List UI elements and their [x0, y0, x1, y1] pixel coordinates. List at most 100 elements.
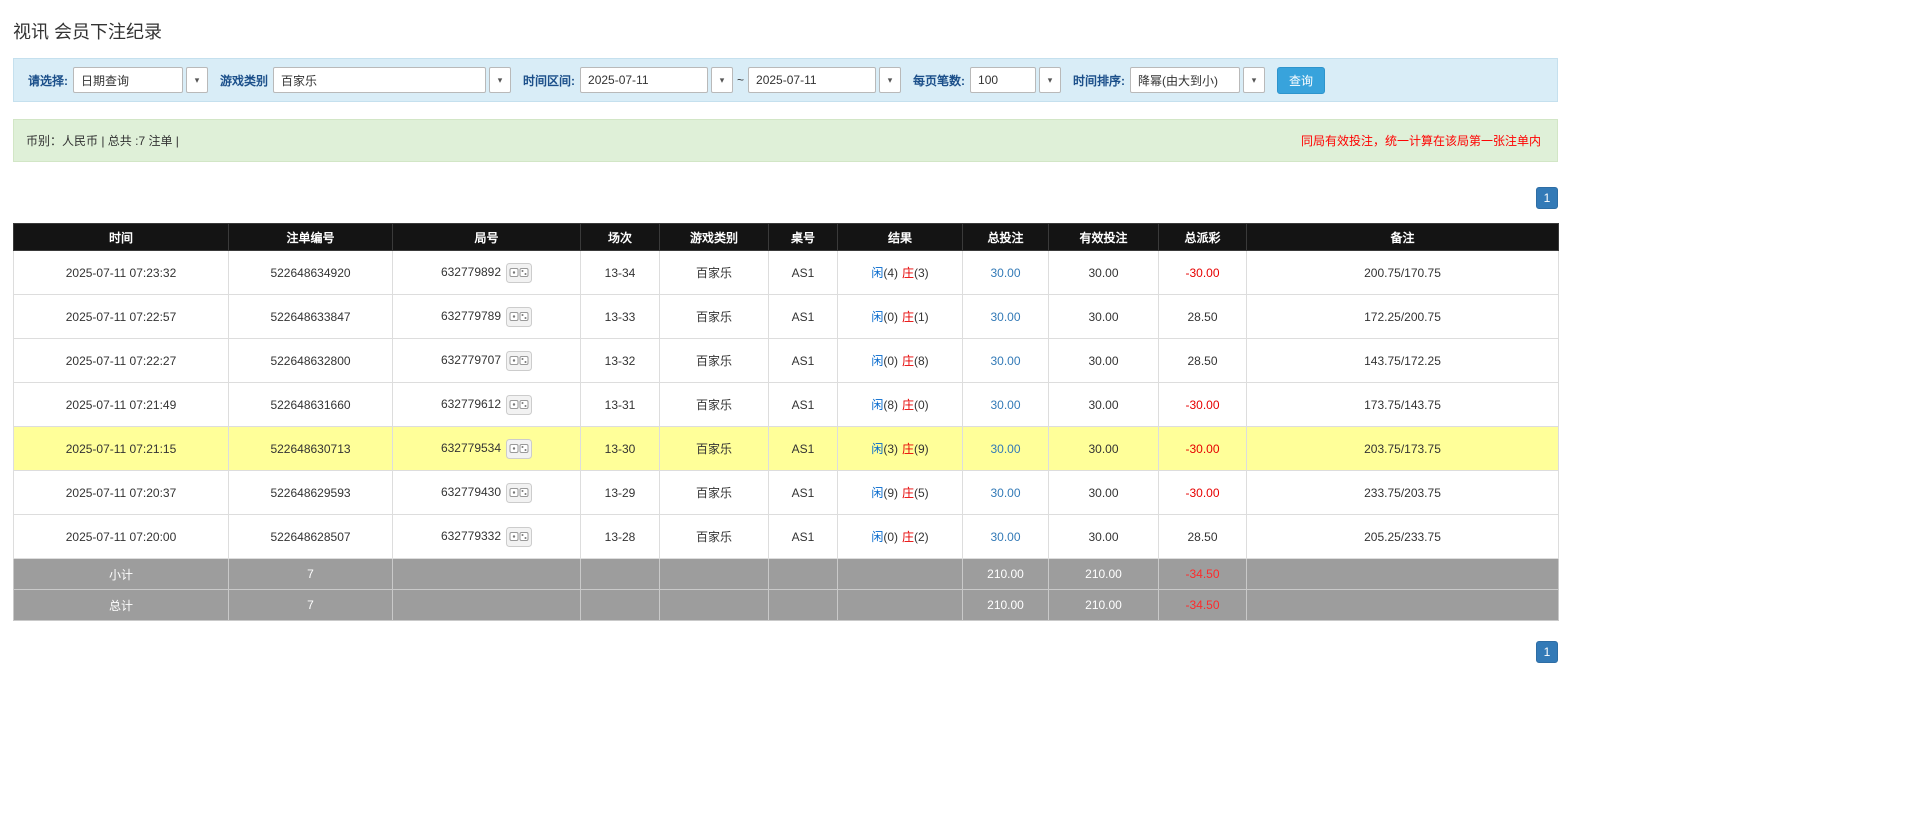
filter-label-game-type: 游戏类别	[220, 72, 268, 89]
page-size-input[interactable]	[970, 67, 1036, 93]
table-no-cell: AS1	[769, 295, 838, 339]
result-cell: 闲(3)庄(9)	[838, 427, 963, 471]
date-to-input[interactable]	[748, 67, 876, 93]
page-size-dropdown-button[interactable]: ▾	[1039, 67, 1061, 93]
filter-bar: 请选择: ▾ 游戏类别 ▾ 时间区间: ▾ ~ ▾ 每页笔数: ▾ 时间排序: …	[13, 58, 1558, 102]
subtotal-count: 7	[229, 559, 393, 590]
total-bet-link[interactable]: 30.00	[990, 398, 1020, 412]
round-no: 632779534	[441, 441, 501, 455]
session-cell: 13-34	[581, 251, 660, 295]
game-type-cell: 百家乐	[660, 515, 769, 559]
total-bet-link[interactable]: 30.00	[990, 530, 1020, 544]
filter-label-sort: 时间排序:	[1073, 72, 1125, 89]
date-from-combo: ▾	[580, 67, 733, 93]
total-bet-link[interactable]: 30.00	[990, 442, 1020, 456]
sort-order-input[interactable]	[1130, 67, 1240, 93]
note-cell: 203.75/173.75	[1247, 427, 1559, 471]
table-row: 2025-07-11 07:20:00 522648628507 6327793…	[14, 515, 1559, 559]
game-type-input[interactable]	[273, 67, 486, 93]
table-row: 2025-07-11 07:23:32 522648634920 6327798…	[14, 251, 1559, 295]
notice-text: 同局有效投注，统一计算在该局第一张注单内	[1301, 132, 1545, 149]
result-player-label: 闲	[871, 398, 883, 412]
result-banker-label: 庄	[902, 354, 914, 368]
valid-bet-cell: 30.00	[1049, 515, 1159, 559]
replay-icon[interactable]	[506, 395, 532, 415]
session-cell: 13-29	[581, 471, 660, 515]
total-bet-link[interactable]: 30.00	[990, 266, 1020, 280]
note-cell: 143.75/172.25	[1247, 339, 1559, 383]
total-bet-link[interactable]: 30.00	[990, 486, 1020, 500]
session-cell: 13-31	[581, 383, 660, 427]
round-no: 632779707	[441, 353, 501, 367]
chevron-down-icon: ▾	[888, 75, 893, 86]
select-type-dropdown-button[interactable]: ▾	[186, 67, 208, 93]
replay-icon[interactable]	[506, 527, 532, 547]
chevron-down-icon: ▾	[1048, 75, 1053, 86]
round-no-cell: 632779430	[393, 471, 581, 515]
total-payout: -34.50	[1159, 590, 1247, 621]
round-no: 632779789	[441, 309, 501, 323]
table-no-cell: AS1	[769, 339, 838, 383]
result-cell: 闲(0)庄(1)	[838, 295, 963, 339]
chevron-down-icon: ▾	[195, 75, 200, 86]
total-bet-link[interactable]: 30.00	[990, 354, 1020, 368]
game-type-dropdown-button[interactable]: ▾	[489, 67, 511, 93]
replay-icon[interactable]	[506, 263, 532, 283]
chevron-down-icon: ▾	[1252, 75, 1257, 86]
empty-cell	[769, 559, 838, 590]
sort-order-combo: ▾	[1130, 67, 1265, 93]
date-from-dropdown-button[interactable]: ▾	[711, 67, 733, 93]
sort-order-dropdown-button[interactable]: ▾	[1243, 67, 1265, 93]
time-cell: 2025-07-11 07:22:57	[14, 295, 229, 339]
select-type-input[interactable]	[73, 67, 183, 93]
table-row: 2025-07-11 07:21:15 522648630713 6327795…	[14, 427, 1559, 471]
replay-icon[interactable]	[506, 439, 532, 459]
note-cell: 172.25/200.75	[1247, 295, 1559, 339]
payout-cell: -30.00	[1159, 383, 1247, 427]
game-type-cell: 百家乐	[660, 295, 769, 339]
date-to-dropdown-button[interactable]: ▾	[879, 67, 901, 93]
table-row: 2025-07-11 07:20:37 522648629593 6327794…	[14, 471, 1559, 515]
total-bet-link[interactable]: 30.00	[990, 310, 1020, 324]
column-header-bet-no: 注单编号	[229, 224, 393, 251]
valid-bet-cell: 30.00	[1049, 295, 1159, 339]
replay-icon[interactable]	[506, 307, 532, 327]
bet-no-cell: 522648633847	[229, 295, 393, 339]
bet-no-cell: 522648631660	[229, 383, 393, 427]
pagination-bottom: 1	[13, 641, 1558, 663]
note-cell: 205.25/233.75	[1247, 515, 1559, 559]
time-cell: 2025-07-11 07:21:49	[14, 383, 229, 427]
result-player-value: (3)	[883, 442, 898, 456]
time-cell: 2025-07-11 07:20:00	[14, 515, 229, 559]
subtotal-label: 小计	[14, 559, 229, 590]
result-cell: 闲(9)庄(5)	[838, 471, 963, 515]
search-button[interactable]: 查询	[1277, 67, 1325, 94]
replay-icon[interactable]	[506, 483, 532, 503]
page-button[interactable]: 1	[1536, 641, 1558, 663]
empty-cell	[393, 559, 581, 590]
column-header-note: 备注	[1247, 224, 1559, 251]
info-bar: 币别：人民币 | 总共 :7 注单 | 同局有效投注，统一计算在该局第一张注单内	[13, 119, 1558, 162]
total-bet-cell: 30.00	[963, 427, 1049, 471]
round-no-cell: 632779892	[393, 251, 581, 295]
subtotal-valid-bet: 210.00	[1049, 559, 1159, 590]
chevron-down-icon: ▾	[720, 75, 725, 86]
result-player-value: (4)	[883, 266, 898, 280]
round-no-cell: 632779332	[393, 515, 581, 559]
date-from-input[interactable]	[580, 67, 708, 93]
page-size-combo: ▾	[970, 67, 1061, 93]
total-bet-cell: 30.00	[963, 339, 1049, 383]
time-cell: 2025-07-11 07:20:37	[14, 471, 229, 515]
round-no-cell: 632779612	[393, 383, 581, 427]
page-button[interactable]: 1	[1536, 187, 1558, 209]
table-row: 2025-07-11 07:22:57 522648633847 6327797…	[14, 295, 1559, 339]
time-cell: 2025-07-11 07:23:32	[14, 251, 229, 295]
page-title: 视讯 会员下注纪录	[13, 18, 1558, 44]
result-player-label: 闲	[871, 486, 883, 500]
table-no-cell: AS1	[769, 515, 838, 559]
total-label: 总计	[14, 590, 229, 621]
result-cell: 闲(8)庄(0)	[838, 383, 963, 427]
column-header-game-type: 游戏类别	[660, 224, 769, 251]
filter-label-page-size: 每页笔数:	[913, 72, 965, 89]
replay-icon[interactable]	[506, 351, 532, 371]
